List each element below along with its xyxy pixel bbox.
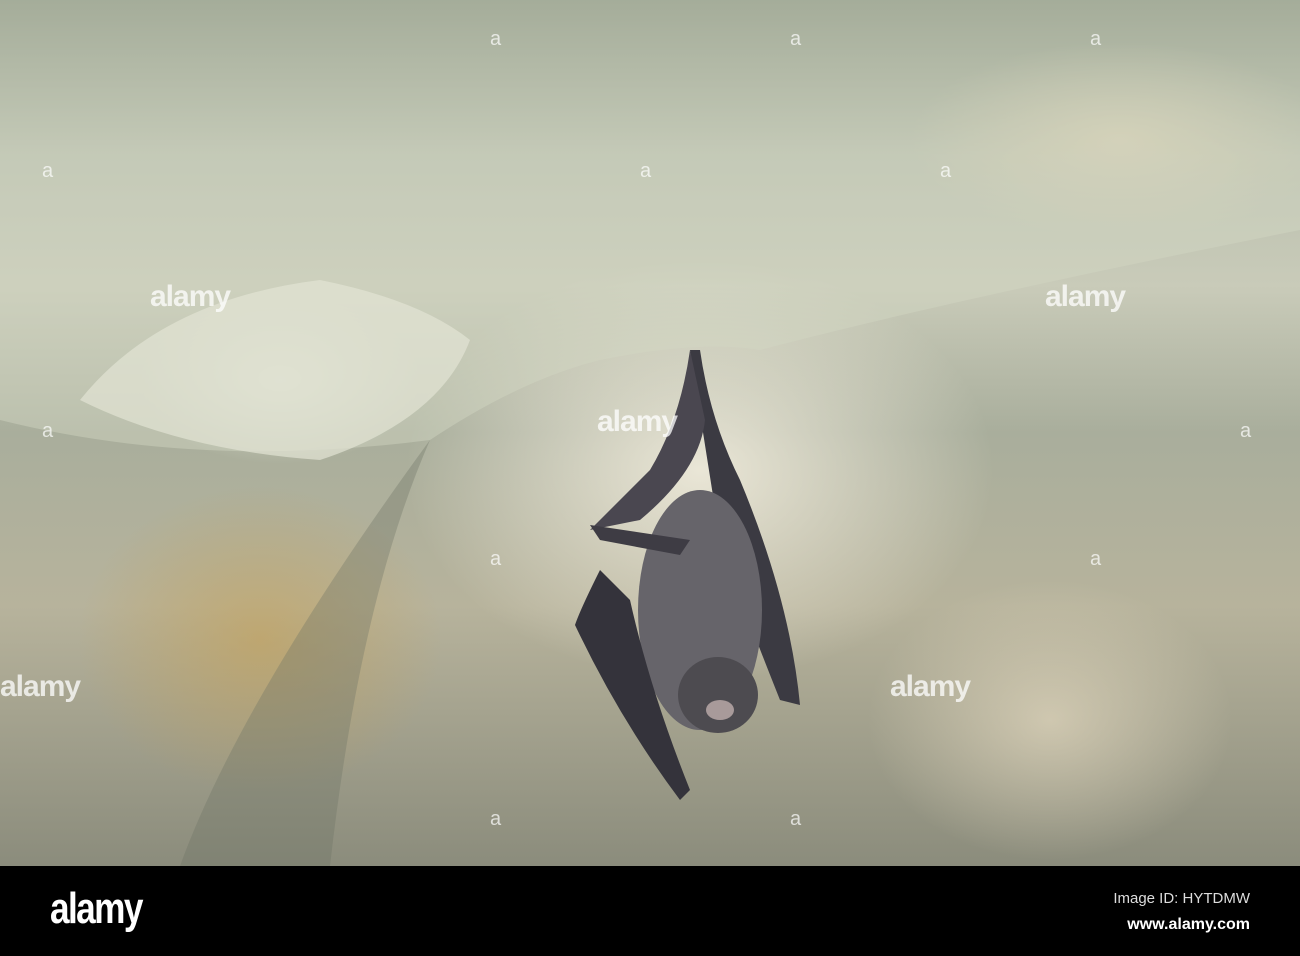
image-id: Image ID: HYTDMW bbox=[1113, 890, 1250, 907]
cave-photo: alamy alamy alamy alamy alamy a a a a a … bbox=[0, 0, 1300, 866]
watermark-icon: a bbox=[790, 28, 802, 50]
watermark: alamy bbox=[0, 670, 81, 703]
alamy-logo: alamy bbox=[50, 884, 143, 933]
footer-bar: alamy Image ID: HYTDMW www.alamy.com bbox=[0, 866, 1300, 956]
watermark-icon: a bbox=[1240, 420, 1252, 442]
rock-shadow bbox=[180, 440, 430, 866]
watermark-icon: a bbox=[42, 420, 54, 442]
watermark: alamy bbox=[890, 670, 971, 703]
watermark-icon: a bbox=[640, 160, 652, 182]
watermark: alamy bbox=[1045, 280, 1126, 313]
watermark: alamy bbox=[150, 280, 231, 313]
watermark-icon: a bbox=[1090, 548, 1102, 570]
watermark-icon: a bbox=[940, 160, 952, 182]
website-url: www.alamy.com bbox=[1127, 916, 1250, 933]
watermark-icon: a bbox=[790, 808, 802, 830]
watermark-icon: a bbox=[1090, 28, 1102, 50]
watermark-icon: a bbox=[490, 28, 502, 50]
watermark: alamy bbox=[597, 405, 678, 438]
watermark-icon: a bbox=[490, 548, 502, 570]
watermark-icon: a bbox=[42, 160, 54, 182]
stock-photo: alamy alamy alamy alamy alamy a a a a a … bbox=[0, 0, 1300, 956]
watermark-icon: a bbox=[490, 808, 502, 830]
